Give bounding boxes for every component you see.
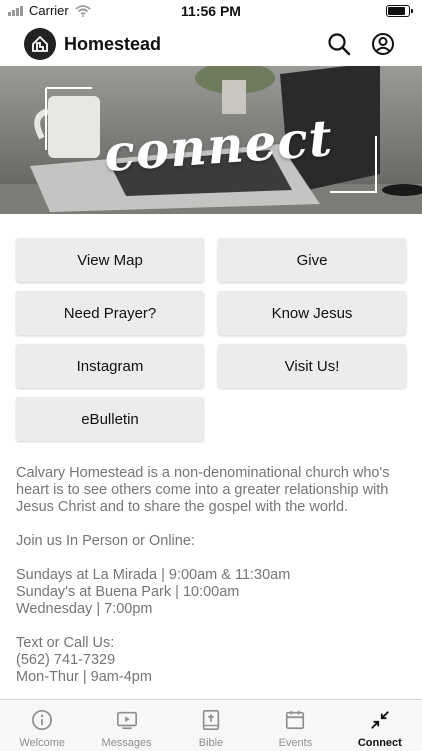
bible-icon	[202, 710, 220, 730]
status-time: 11:56 PM	[181, 3, 241, 19]
instagram-button[interactable]: Instagram	[16, 344, 204, 388]
calendar-icon	[286, 710, 305, 730]
hero-banner: connect	[0, 66, 422, 214]
tab-bible[interactable]: Bible	[169, 700, 253, 751]
status-bar: Carrier 11:56 PM	[0, 0, 422, 22]
tab-connect[interactable]: Connect	[338, 700, 422, 751]
give-button[interactable]: Give	[218, 238, 406, 282]
join-text: Join us In Person or Online:	[16, 533, 195, 549]
ebulletin-button[interactable]: eBulletin	[16, 397, 204, 441]
tab-welcome[interactable]: Welcome	[0, 700, 84, 751]
contact-heading: Text or Call Us:	[16, 635, 115, 651]
tab-bar: Welcome Messages Bible Events Connect	[0, 699, 422, 751]
info-icon	[32, 710, 53, 730]
service-time-1: Sundays at La Mirada | 9:00am & 11:30am	[16, 567, 291, 583]
intro-text: Calvary Homestead is a non-denominationa…	[16, 465, 390, 515]
search-icon[interactable]	[327, 32, 351, 56]
tab-label: Bible	[198, 737, 224, 749]
logo-icon[interactable]	[24, 28, 56, 60]
phone-number[interactable]: (562) 741-7329	[16, 652, 408, 669]
service-time-2: Sunday's at Buena Park | 10:00am	[16, 584, 240, 600]
app-header: Homestead	[0, 22, 422, 66]
tab-label: Welcome	[19, 737, 66, 749]
connect-icon	[370, 711, 389, 729]
need-prayer-button[interactable]: Need Prayer?	[16, 291, 204, 335]
battery-level	[388, 7, 406, 15]
tab-events[interactable]: Events	[253, 700, 337, 751]
tab-label: Messages	[101, 737, 152, 749]
know-jesus-button[interactable]: Know Jesus	[218, 291, 406, 335]
account-icon[interactable]	[371, 32, 395, 56]
service-time-3: Wednesday | 7:00pm	[16, 601, 153, 617]
office-hours: Mon-Thur | 9am-4pm	[16, 669, 152, 685]
visit-us-button[interactable]: Visit Us!	[218, 344, 406, 388]
tab-label: Connect	[357, 737, 402, 749]
view-map-button[interactable]: View Map	[16, 238, 204, 282]
tab-messages[interactable]: Messages	[84, 700, 168, 751]
tab-label: Events	[278, 737, 313, 749]
video-icon	[116, 711, 137, 730]
church-description: Calvary Homestead is a non-denominationa…	[16, 465, 408, 686]
battery-icon	[386, 5, 413, 17]
page-title: Homestead	[64, 34, 162, 54]
